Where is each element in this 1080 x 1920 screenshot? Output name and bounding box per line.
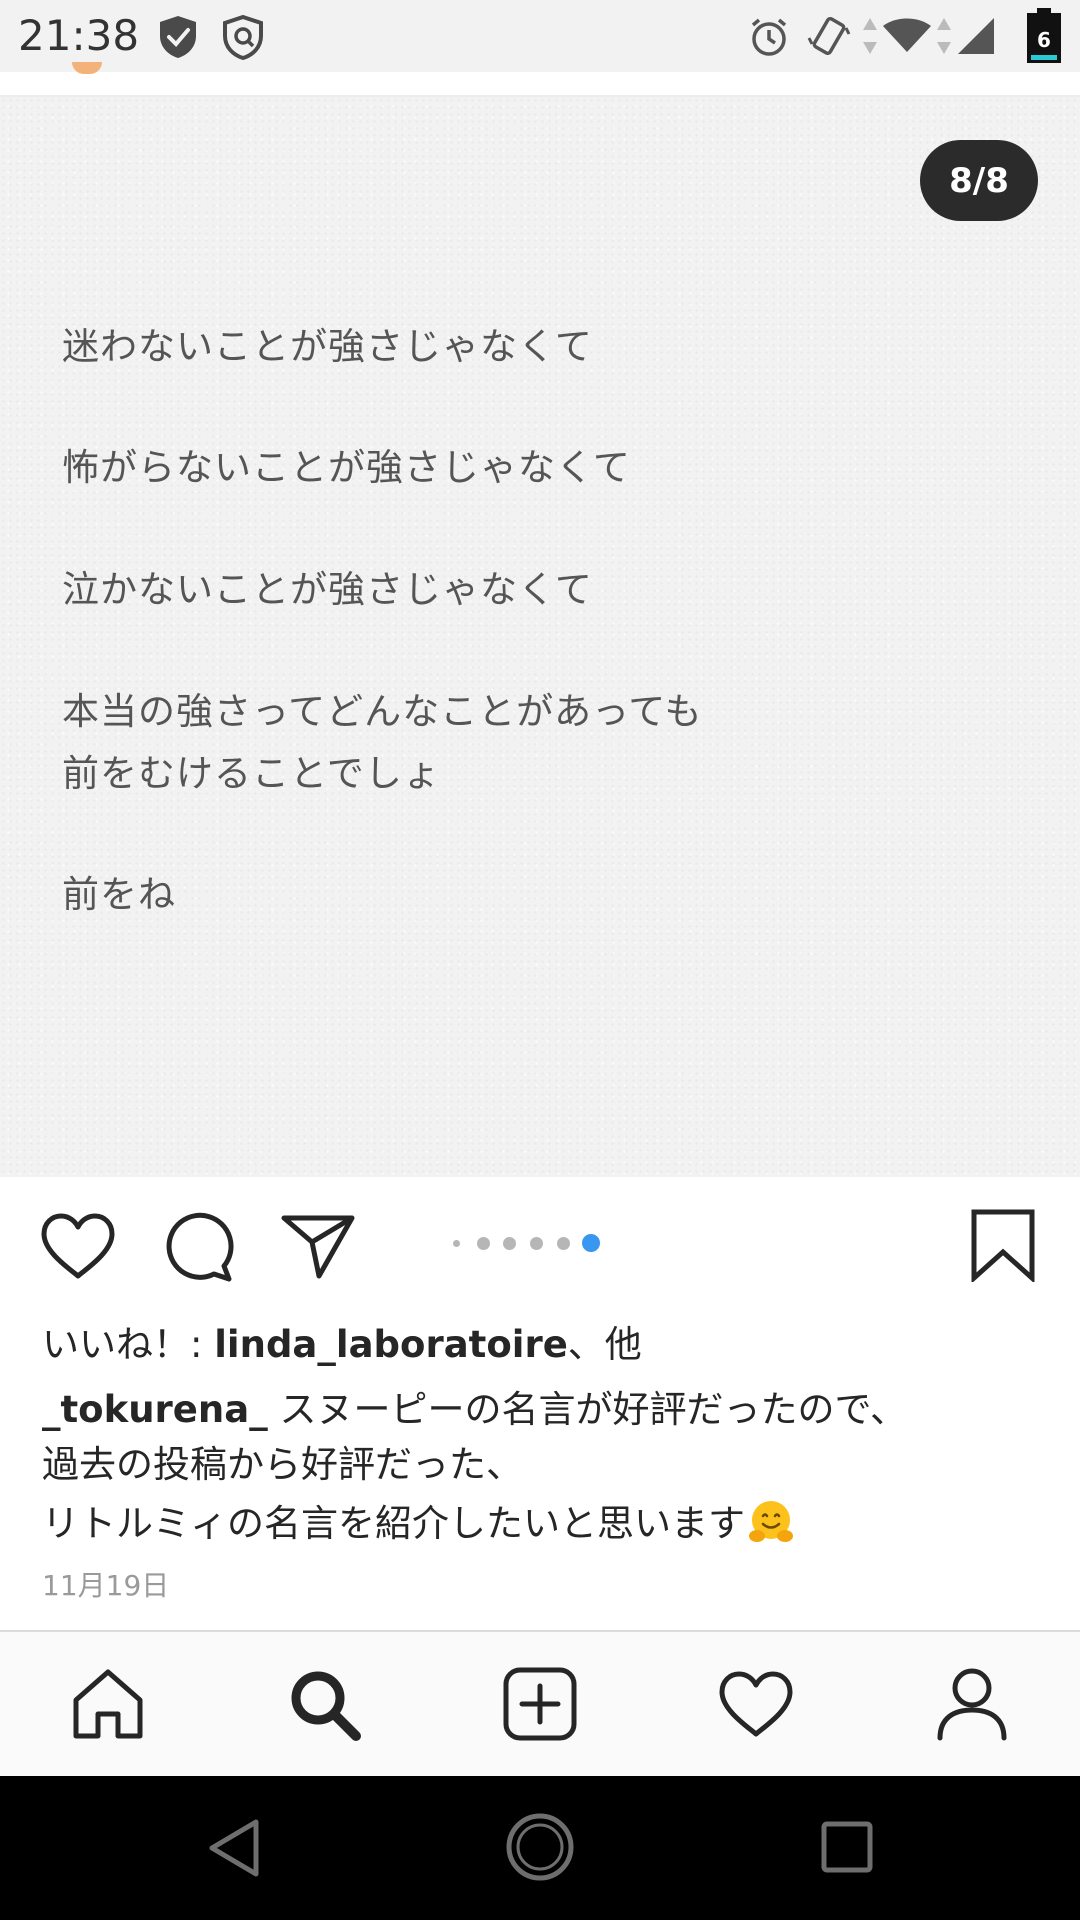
- quote-line: 前をね: [62, 873, 176, 916]
- system-nav: [0, 1776, 1080, 1920]
- caption-line: _tokurena_ スヌーピーの名言が好評だったので、: [42, 1387, 907, 1433]
- data-arrows-icon: [860, 16, 880, 56]
- wifi-icon: [882, 18, 932, 54]
- caption-line: リトルミィの名言を紹介したいと思います: [42, 1498, 795, 1547]
- add-post-icon[interactable]: [502, 1666, 578, 1742]
- likes-others-link[interactable]: 、他: [568, 1323, 642, 1366]
- post-header-strip: [0, 72, 1080, 96]
- alarm-icon: [748, 16, 790, 58]
- shield-check-icon: [156, 14, 200, 60]
- battery-level: 6: [1037, 28, 1051, 52]
- back-icon[interactable]: [204, 1816, 264, 1880]
- post-date: 11月19日: [42, 1569, 170, 1602]
- likes-prefix: いいね！:: [42, 1323, 215, 1366]
- activity-heart-icon[interactable]: [718, 1666, 794, 1742]
- bottom-nav: [0, 1630, 1080, 1778]
- shield-icon: [220, 14, 266, 60]
- post-image[interactable]: [0, 97, 1080, 1177]
- hugging-face-emoji-icon: [747, 1498, 795, 1546]
- battery-icon: 6: [1025, 8, 1063, 64]
- quote-line: 泣かないことが強さじゃなくて: [62, 568, 593, 611]
- carousel-dot: [503, 1237, 516, 1250]
- search-icon[interactable]: [286, 1666, 362, 1742]
- share-icon[interactable]: [280, 1212, 356, 1280]
- page-counter: 8/8: [920, 140, 1038, 221]
- cellular-icon: [956, 16, 996, 56]
- quote-line: 前をむけることでしょ: [62, 752, 441, 795]
- quote-line: 本当の強さってどんなことがあっても: [62, 690, 703, 733]
- recents-icon[interactable]: [820, 1820, 874, 1874]
- carousel-dot: [453, 1240, 460, 1247]
- quote-line: 迷わないことが強さじゃなくて: [62, 325, 593, 368]
- comment-icon[interactable]: [162, 1212, 234, 1284]
- vibrate-icon: [806, 14, 852, 60]
- carousel-dot: [557, 1237, 570, 1250]
- caption-text: リトルミィの名言を紹介したいと思います: [42, 1502, 745, 1545]
- quote-line: 怖がらないことが強さじゃなくて: [62, 446, 631, 489]
- caption-text: スヌーピーの名言が好評だったので、: [267, 1388, 907, 1431]
- data-arrows-icon: [934, 16, 954, 56]
- heart-icon[interactable]: [40, 1212, 116, 1280]
- bookmark-icon[interactable]: [970, 1208, 1036, 1282]
- caption-line: 過去の投稿から好評だった、: [42, 1443, 523, 1486]
- carousel-dot: [530, 1237, 543, 1250]
- likes-line: いいね！: linda_laboratoire、他: [42, 1322, 642, 1368]
- home-circle-icon[interactable]: [505, 1812, 575, 1882]
- status-time: 21:38: [18, 11, 140, 60]
- status-bar: 21:38 6: [0, 0, 1080, 72]
- carousel-dot: [477, 1237, 490, 1250]
- likes-username-link[interactable]: linda_laboratoire: [214, 1323, 568, 1366]
- carousel-dot-active: [582, 1234, 600, 1252]
- caption-username-link[interactable]: _tokurena_: [42, 1388, 268, 1431]
- profile-icon[interactable]: [934, 1666, 1010, 1742]
- home-icon[interactable]: [70, 1666, 146, 1742]
